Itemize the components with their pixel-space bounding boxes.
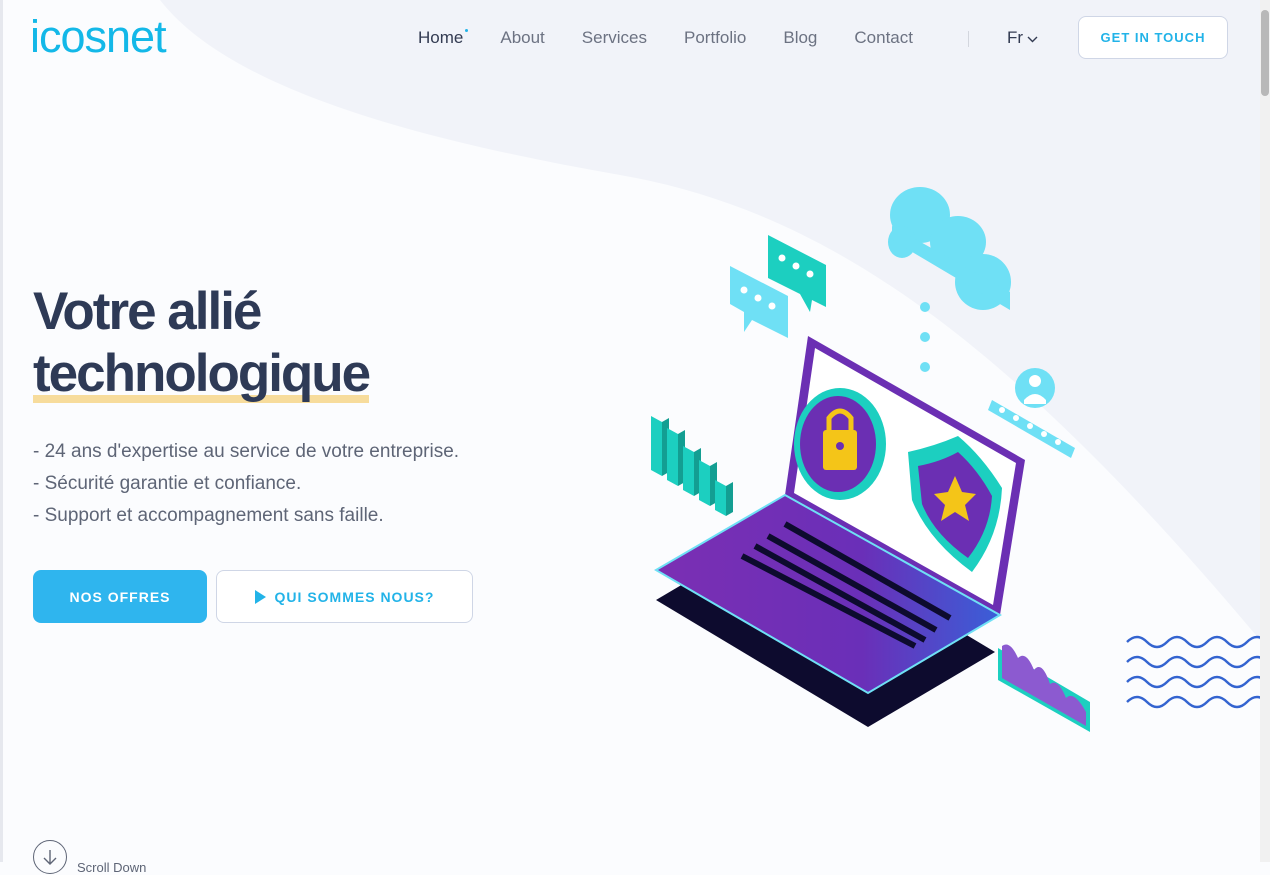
arrow-down-icon xyxy=(33,839,67,874)
language-selector[interactable]: Fr xyxy=(1007,28,1038,48)
site-header: icosnet Home About Services Portfolio Bl… xyxy=(0,0,1260,80)
nos-offres-button[interactable]: NOS OFFRES xyxy=(33,570,207,623)
hero-illustration xyxy=(651,187,1090,732)
nav-item-label: Home xyxy=(418,28,464,47)
lock-icon xyxy=(794,388,886,500)
active-indicator xyxy=(465,29,469,32)
nav-item-blog[interactable]: Blog xyxy=(783,28,817,48)
scroll-down[interactable]: Scroll Down xyxy=(33,838,146,875)
nav-item-portfolio[interactable]: Portfolio xyxy=(684,28,746,48)
user-profile-icon xyxy=(988,368,1075,458)
main-nav: Home About Services Portfolio Blog Conta… xyxy=(418,28,950,48)
left-border xyxy=(0,0,3,862)
scrollbar-track[interactable] xyxy=(1260,0,1270,862)
get-in-touch-button[interactable]: GET IN TOUCH xyxy=(1078,16,1228,59)
hero-point: - Support et accompagnement sans faille. xyxy=(33,505,384,526)
qui-sommes-nous-label: QUI SOMMES NOUS? xyxy=(274,588,435,605)
area-chart-icon xyxy=(998,644,1090,732)
nav-item-services[interactable]: Services xyxy=(582,28,647,48)
cloud-icon xyxy=(888,187,1011,372)
logo[interactable]: icosnet xyxy=(30,12,167,62)
hero-title-line1: Votre allié xyxy=(33,282,262,341)
language-label: Fr xyxy=(1007,28,1024,47)
chat-bubble-icon xyxy=(730,235,826,338)
waves-decoration xyxy=(1126,635,1265,709)
scroll-down-label: Scroll Down xyxy=(77,860,147,875)
qui-sommes-nous-button[interactable]: QUI SOMMES NOUS? xyxy=(216,570,473,623)
nav-item-contact[interactable]: Contact xyxy=(854,28,913,48)
hero-title: Votre allié technologique xyxy=(33,281,371,405)
chevron-down-icon xyxy=(1027,28,1038,48)
play-icon xyxy=(254,589,266,604)
hero-points: - 24 ans d'expertise au service de votre… xyxy=(33,436,459,532)
nav-item-about[interactable]: About xyxy=(500,28,544,48)
scrollbar-thumb[interactable] xyxy=(1261,10,1269,96)
hero-title-line2: technologique xyxy=(33,343,371,405)
hero-title-line2-text: technologique xyxy=(33,344,371,403)
hero-point: - 24 ans d'expertise au service de votre… xyxy=(33,441,460,462)
bar-chart-icon xyxy=(651,416,733,516)
hero-point: - Sécurité garantie et confiance. xyxy=(33,473,302,494)
nav-divider xyxy=(968,31,969,47)
nav-item-home[interactable]: Home xyxy=(418,28,469,48)
